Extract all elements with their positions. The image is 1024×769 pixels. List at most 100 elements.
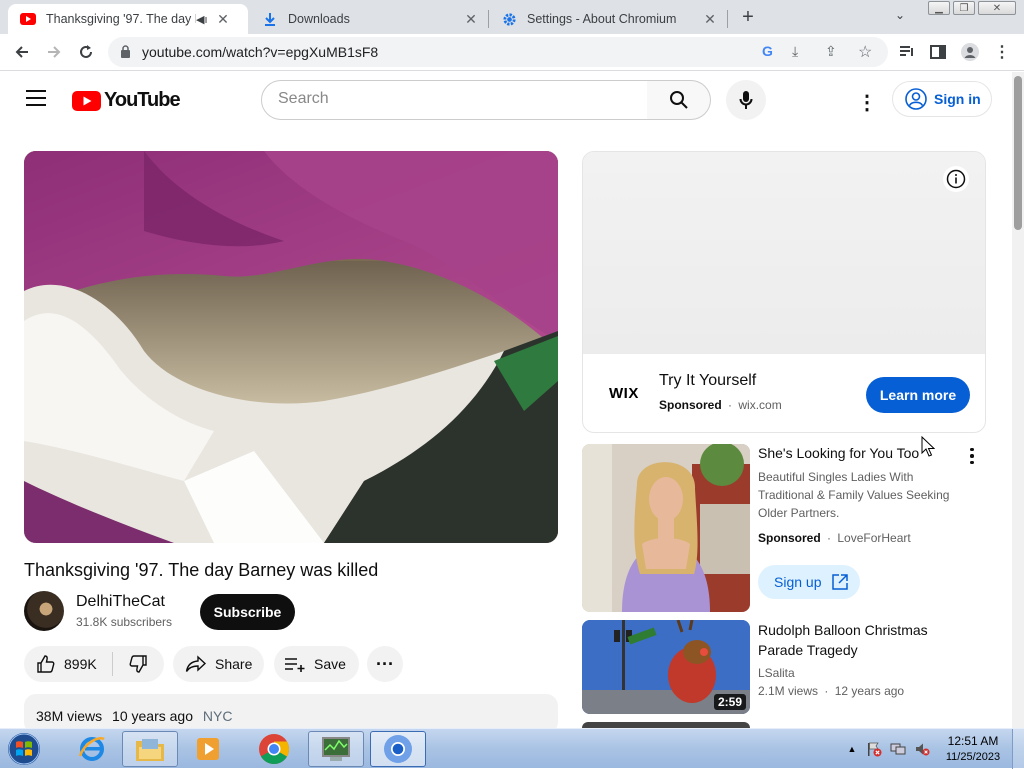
install-app-icon[interactable]: ⤓ [792, 43, 798, 60]
start-button[interactable] [4, 731, 44, 767]
channel-avatar[interactable] [24, 591, 64, 631]
recommended-meta: 2.1M views · 12 years ago [758, 684, 905, 698]
youtube-wordmark: YouTube [104, 89, 181, 111]
sponsored-more-icon[interactable] [962, 446, 982, 466]
taskbar-internet-explorer[interactable] [64, 731, 120, 767]
sign-in-label: Sign in [934, 91, 981, 107]
taskbar-media-player[interactable] [180, 731, 236, 767]
taskbar-task-manager[interactable] [308, 731, 364, 767]
taskbar-chrome[interactable] [246, 731, 302, 767]
tab-title: Downloads [288, 12, 350, 26]
sponsored-advertiser-line: Sponsored · LoveForHeart [758, 531, 911, 545]
learn-more-button[interactable]: Learn more [866, 377, 970, 413]
side-panel-icon[interactable] [926, 40, 950, 64]
show-hidden-icons-chevron-icon[interactable]: ▲ [844, 741, 860, 757]
tab-close-icon[interactable]: ✕ [214, 11, 232, 28]
recommended-age: 12 years ago [834, 684, 905, 698]
action-center-flag-icon[interactable] [866, 741, 882, 757]
audio-playing-icon[interactable]: ◀ı [196, 13, 214, 26]
tab-downloads[interactable]: Downloads ✕ [250, 4, 488, 34]
google-lens-icon[interactable]: G [762, 43, 773, 59]
taskbar-chromium[interactable] [370, 731, 426, 767]
tab-search-chevron-icon[interactable]: ⌄ [895, 8, 905, 22]
clock-time[interactable]: 12:51 AM [944, 734, 1002, 748]
recommended-thumbnail[interactable]: 2:59 [582, 620, 750, 714]
restore-button[interactable]: ❐ [953, 1, 975, 15]
like-count: 899K [64, 656, 97, 672]
channel-name[interactable]: DelhiTheCat [76, 593, 165, 611]
tab-settings[interactable]: Settings - About Chromium ✕ [489, 4, 727, 34]
advertiser-name: LoveForHeart [837, 531, 911, 545]
forward-arrow-icon[interactable] [42, 40, 66, 64]
page-scrollbar[interactable] [1012, 72, 1024, 728]
account-circle-icon [905, 88, 927, 110]
view-count: 38M views [36, 708, 103, 724]
settings-more-icon[interactable]: ⋮ [857, 90, 877, 115]
url-text[interactable]: youtube.com/watch?v=epgXuMB1sF8 [142, 44, 378, 60]
tab-close-icon[interactable]: ✕ [701, 11, 719, 28]
hamburger-menu-icon[interactable] [26, 90, 46, 106]
back-arrow-icon[interactable] [10, 40, 34, 64]
voice-search-button[interactable] [726, 80, 766, 120]
taskbar-file-explorer[interactable] [122, 731, 178, 767]
search-input[interactable] [278, 90, 628, 108]
description-meta: 38M views 10 years ago NYC [36, 708, 232, 724]
sign-up-label: Sign up [774, 574, 822, 590]
recommended-title[interactable]: Rudolph Balloon Christmas Parade Tragedy [758, 620, 968, 660]
volume-muted-icon[interactable] [914, 741, 930, 757]
reload-icon[interactable] [74, 40, 98, 64]
ad-media[interactable] [583, 152, 985, 354]
task-manager-icon [322, 737, 350, 761]
share-label: Share [215, 656, 253, 672]
video-player[interactable] [24, 151, 558, 543]
hashtag-location[interactable]: NYC [203, 708, 233, 724]
subscribe-button[interactable]: Subscribe [200, 594, 295, 630]
ad-card[interactable]: WIX Try It Yourself Sponsored · wix.com … [582, 151, 986, 433]
new-tab-plus-icon[interactable]: + [737, 6, 759, 28]
network-icon[interactable] [890, 741, 906, 757]
sponsored-thumbnail[interactable] [582, 444, 750, 612]
more-actions-button[interactable]: ··· [367, 646, 403, 682]
dislike-button[interactable] [113, 646, 163, 682]
browser-toolbar: youtube.com/watch?v=epgXuMB1sF8 G ⤓ ⇪ ☆ … [0, 34, 1024, 71]
ad-title[interactable]: Try It Yourself [659, 372, 756, 390]
share-button[interactable]: Share [173, 646, 264, 682]
media-queue-icon[interactable] [895, 40, 919, 64]
tab-youtube-video[interactable]: Thanksgiving '97. The day Barney ◀ı ✕ [8, 4, 248, 34]
ad-info-button[interactable] [943, 166, 969, 192]
share-icon[interactable]: ⇪ [825, 43, 837, 60]
minimize-button[interactable]: ▁ [928, 1, 950, 15]
sign-up-button[interactable]: Sign up [758, 565, 860, 599]
sponsored-label: Sponsored [758, 531, 821, 545]
show-desktop-button[interactable] [1012, 729, 1024, 769]
browser-menu-icon[interactable]: ⋮ [990, 40, 1014, 64]
recommended-channel[interactable]: LSalita [758, 666, 795, 680]
bookmark-star-icon[interactable]: ☆ [858, 42, 872, 62]
download-icon [262, 11, 278, 27]
sign-in-button[interactable]: Sign in [892, 81, 992, 117]
like-button[interactable]: 899K [24, 646, 112, 682]
lock-icon[interactable] [120, 45, 131, 63]
save-button[interactable]: Save [274, 646, 359, 682]
profile-avatar-icon[interactable] [958, 40, 982, 64]
address-bar[interactable]: youtube.com/watch?v=epgXuMB1sF8 G ⤓ ⇪ ☆ [108, 37, 888, 67]
tab-title: Thanksgiving '97. The day Barney [46, 12, 196, 26]
youtube-logo[interactable]: YouTube [72, 89, 181, 112]
like-dislike-group: 899K [24, 646, 164, 682]
add-to-playlist-icon [285, 658, 305, 672]
thumbs-up-icon [37, 655, 55, 673]
upload-age: 10 years ago [112, 708, 193, 724]
windows-logo-icon [8, 733, 40, 765]
tab-close-icon[interactable]: ✕ [462, 11, 480, 28]
clock-date[interactable]: 11/25/2023 [940, 751, 1006, 763]
info-icon [946, 169, 966, 189]
sponsored-image [582, 444, 750, 612]
wix-logo: WIX [609, 385, 639, 402]
close-window-button[interactable]: ✕ [978, 1, 1016, 15]
sponsored-title[interactable]: She's Looking for You Too [758, 445, 919, 461]
scrollbar-thumb[interactable] [1014, 76, 1022, 230]
search-box[interactable] [261, 80, 648, 120]
media-player-icon [197, 738, 219, 760]
search-button[interactable] [647, 80, 711, 120]
sponsored-label: Sponsored [659, 398, 722, 412]
